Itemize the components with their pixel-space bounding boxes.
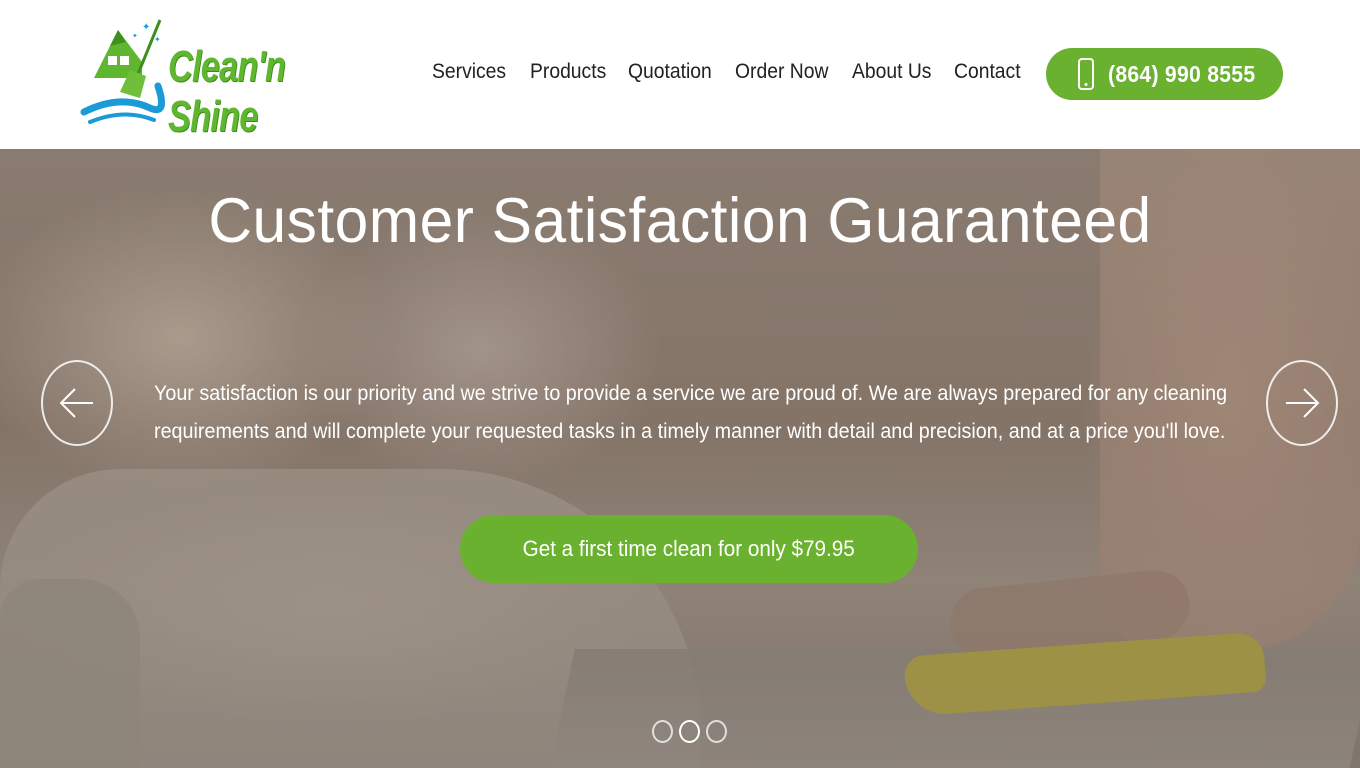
nav-item-about-us[interactable]: About Us [852,60,931,84]
svg-text:✦: ✦ [132,32,138,40]
slider-pagination [652,720,727,743]
hero-title: Customer Satisfaction Guaranteed [208,186,1152,256]
phone-number: (864) 990 8555 [1108,60,1256,87]
logo-text: Clean'n Shine [168,42,286,141]
first-clean-offer-button[interactable]: Get a first time clean for only $79.95 [460,515,918,583]
slider-next-button[interactable] [1266,360,1338,446]
svg-text:✦: ✦ [154,35,161,44]
slider-dot-2[interactable] [679,720,700,743]
slider-dot-3[interactable] [706,720,727,743]
arrow-left-icon [59,388,93,418]
arrow-right-icon [1286,388,1320,418]
cta-label: Get a first time clean for only $79.95 [522,536,856,561]
hero-description: Your satisfaction is our priority and we… [154,375,1228,451]
nav-item-products[interactable]: Products [530,60,606,84]
nav-item-contact[interactable]: Contact [954,60,1021,84]
nav-item-quotation[interactable]: Quotation [628,60,712,84]
hero-description-line: requirements and will complete your requ… [154,420,1226,443]
svg-text:✦: ✦ [142,22,150,33]
slider-prev-button[interactable] [41,360,113,446]
hero-slider: Customer Satisfaction Guaranteed Your sa… [0,149,1360,768]
logo[interactable]: ✦ ✦ ✦ Clean'n Shine [80,12,310,141]
phone-button[interactable]: (864) 990 8555 [1046,48,1283,100]
mobile-phone-icon [1078,58,1094,90]
site-header: ✦ ✦ ✦ Clean'n Shine Services Products Qu… [0,0,1360,149]
hero-description-line: Your satisfaction is our priority and we… [154,382,1228,405]
nav-item-order-now[interactable]: Order Now [735,60,828,84]
nav-item-services[interactable]: Services [432,60,506,84]
slider-dot-1[interactable] [652,720,673,743]
